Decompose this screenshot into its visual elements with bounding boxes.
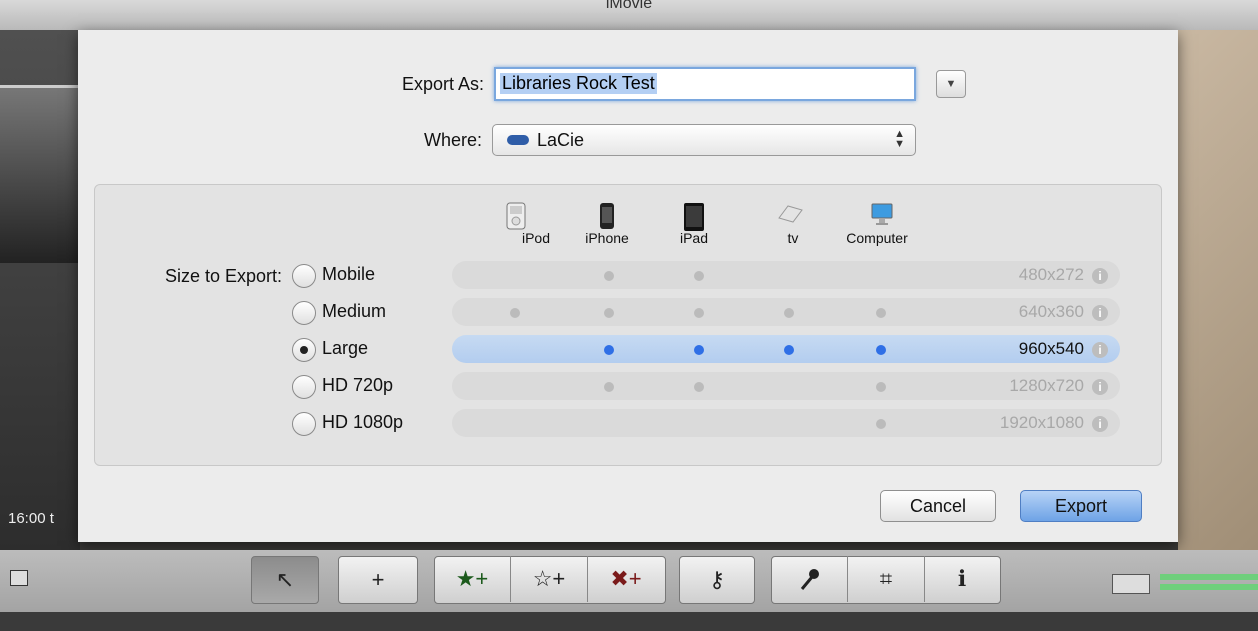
ipad-icon bbox=[684, 203, 704, 231]
add-photo-button[interactable]: + bbox=[338, 556, 418, 604]
computer-icon bbox=[871, 203, 893, 225]
device-label-ipad: iPad bbox=[679, 230, 709, 246]
export-button[interactable]: Export bbox=[1020, 490, 1142, 522]
ipod-icon bbox=[506, 202, 526, 230]
voiceover-icon bbox=[798, 566, 820, 591]
background-viewer-left: 16:00 t bbox=[0, 30, 80, 550]
pointer-tool-button[interactable]: ↖ bbox=[251, 556, 319, 604]
size-radio[interactable] bbox=[292, 301, 316, 325]
export-as-label: Export As: bbox=[401, 74, 484, 94]
device-support-dot bbox=[604, 382, 614, 392]
background-timestamp: 16:00 t bbox=[8, 510, 54, 527]
resolution-label: 960x540 bbox=[1018, 339, 1084, 358]
size-radio[interactable] bbox=[292, 412, 316, 436]
device-label-iphone: iPhone bbox=[585, 230, 629, 246]
where-popup[interactable]: LaCie ▲ ▼ bbox=[492, 124, 916, 156]
size-option-label: Mobile bbox=[322, 264, 376, 284]
device-support-dot bbox=[876, 345, 886, 355]
keyword-button[interactable]: ⚷ bbox=[679, 556, 755, 604]
audio-meter bbox=[1160, 584, 1258, 590]
device-label-computer: Computer bbox=[846, 230, 908, 246]
info-icon: ℹ bbox=[957, 566, 967, 591]
size-radio[interactable] bbox=[292, 338, 316, 362]
unmark-button[interactable]: ☆+ bbox=[511, 556, 587, 602]
device-support-dot bbox=[784, 345, 794, 355]
bottom-strip bbox=[0, 612, 1258, 631]
export-dialog: Export As: Libraries Rock Test ▼ Where: … bbox=[78, 30, 1178, 542]
iphone-icon bbox=[600, 203, 614, 229]
pointer-icon: ↖ bbox=[275, 567, 295, 592]
crop-button[interactable]: ⌗ bbox=[848, 556, 924, 602]
reject-button[interactable]: ✖+ bbox=[588, 556, 664, 602]
info-button[interactable]: ℹ bbox=[925, 556, 999, 602]
audio-waveform-icon[interactable] bbox=[1112, 574, 1150, 594]
crop-icon: ⌗ bbox=[879, 566, 893, 591]
name-menu-button[interactable]: ▼ bbox=[936, 70, 966, 98]
device-support-dot bbox=[876, 308, 886, 318]
keyword-icon: ⚷ bbox=[708, 567, 726, 592]
resolution-label: 1280x720 bbox=[1009, 376, 1084, 395]
info-icon[interactable]: i bbox=[1092, 416, 1108, 432]
where-label: Where: bbox=[423, 130, 482, 150]
device-support-dot bbox=[604, 271, 614, 281]
favorite-button[interactable]: ★+ bbox=[434, 556, 510, 602]
info-icon[interactable]: i bbox=[1092, 268, 1108, 284]
info-icon[interactable]: i bbox=[1092, 305, 1108, 321]
voiceover-button[interactable] bbox=[771, 556, 847, 602]
unmark-icon: ☆+ bbox=[532, 566, 566, 591]
device-label-ipod: iPod bbox=[521, 230, 551, 246]
background-thumbnail bbox=[0, 85, 78, 263]
device-support-dot bbox=[694, 382, 704, 392]
drive-icon bbox=[507, 135, 529, 145]
window-title-bar: iMovie bbox=[0, 0, 1258, 30]
favorite-icon: ★+ bbox=[455, 566, 489, 591]
device-support-dot bbox=[604, 308, 614, 318]
device-label-appletv: tv bbox=[787, 230, 799, 246]
device-support-dot bbox=[510, 308, 520, 318]
size-option-label: Large bbox=[322, 338, 369, 358]
resolution-label: 480x272 bbox=[1018, 265, 1084, 284]
size-radio[interactable] bbox=[292, 375, 316, 399]
cancel-button[interactable]: Cancel bbox=[880, 490, 996, 522]
info-icon[interactable]: i bbox=[1092, 379, 1108, 395]
size-radio[interactable] bbox=[292, 264, 316, 288]
size-option-label: Medium bbox=[322, 301, 387, 321]
device-support-dot bbox=[694, 271, 704, 281]
appletv-icon bbox=[778, 205, 803, 223]
device-support-dot bbox=[784, 308, 794, 318]
info-icon[interactable]: i bbox=[1092, 342, 1108, 358]
background-viewer-right bbox=[1178, 30, 1258, 550]
where-value: LaCie bbox=[537, 130, 585, 150]
device-support-dot bbox=[694, 308, 704, 318]
device-support-dot bbox=[876, 382, 886, 392]
export-name-value: Libraries Rock Test bbox=[500, 73, 657, 94]
device-support-dot bbox=[694, 345, 704, 355]
size-to-export-label: Size to Export: bbox=[164, 266, 282, 286]
resolution-label: 1920x1080 bbox=[999, 413, 1084, 432]
audio-meter bbox=[1160, 574, 1258, 580]
size-option-label: HD 720p bbox=[322, 375, 394, 395]
export-name-field[interactable]: Libraries Rock Test bbox=[494, 67, 916, 101]
user-icon bbox=[10, 570, 28, 586]
device-support-dot bbox=[604, 345, 614, 355]
add-photo-icon: + bbox=[371, 567, 385, 592]
size-option-label: HD 1080p bbox=[322, 412, 404, 432]
reject-icon: ✖+ bbox=[610, 566, 642, 591]
resolution-label: 640x360 bbox=[1018, 302, 1084, 321]
popup-arrows-icon: ▲ ▼ bbox=[894, 128, 905, 150]
window-title: iMovie bbox=[605, 0, 653, 12]
device-support-dot bbox=[876, 419, 886, 429]
